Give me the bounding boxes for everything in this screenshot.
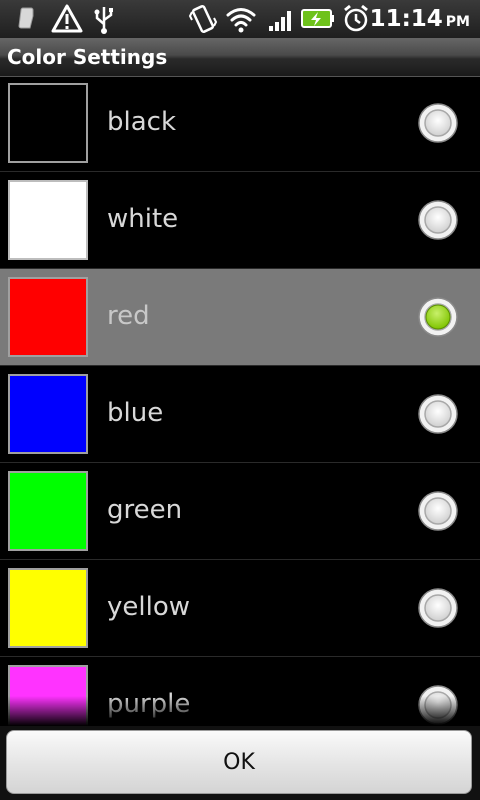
radio-button[interactable] bbox=[417, 199, 459, 241]
color-row-yellow[interactable]: yellow bbox=[0, 560, 480, 657]
color-row-red[interactable]: red bbox=[0, 269, 480, 366]
radio-button[interactable] bbox=[417, 393, 459, 435]
color-row-label: red bbox=[107, 301, 150, 331]
color-swatch bbox=[8, 665, 88, 726]
color-list[interactable]: black white red blue green yellow purple bbox=[0, 75, 480, 726]
radio-button-selected[interactable] bbox=[417, 296, 459, 338]
color-swatch bbox=[8, 568, 88, 648]
color-swatch bbox=[8, 374, 88, 454]
color-row-black[interactable]: black bbox=[0, 75, 480, 172]
battery-charging-icon bbox=[301, 9, 334, 28]
dialog-title-bar: Color Settings bbox=[0, 38, 480, 77]
color-row-label: white bbox=[107, 204, 179, 234]
ok-button[interactable]: OK bbox=[6, 730, 472, 794]
button-bar: OK bbox=[0, 726, 480, 800]
color-row-label: blue bbox=[107, 398, 164, 428]
color-row-purple[interactable]: purple bbox=[0, 657, 480, 726]
color-row-white[interactable]: white bbox=[0, 172, 480, 269]
warning-icon bbox=[51, 4, 83, 33]
color-swatch bbox=[8, 471, 88, 551]
color-swatch bbox=[8, 277, 88, 357]
color-row-label: yellow bbox=[107, 592, 191, 622]
radio-button[interactable] bbox=[417, 490, 459, 532]
color-row-label: black bbox=[107, 107, 177, 137]
signal-icon bbox=[269, 11, 291, 31]
usb-icon bbox=[94, 7, 113, 34]
wifi-icon bbox=[226, 8, 256, 33]
status-time-value: 11:14 bbox=[369, 6, 443, 32]
phone-icon bbox=[18, 7, 34, 29]
status-time-ampm: PM bbox=[445, 14, 470, 30]
dialog-title: Color Settings bbox=[7, 45, 168, 69]
color-row-green[interactable]: green bbox=[0, 463, 480, 560]
color-row-label: green bbox=[107, 495, 183, 525]
color-row-label: purple bbox=[107, 689, 191, 719]
color-swatch bbox=[8, 83, 88, 163]
color-settings-screen: 11:14 PM Color Settings black white red blue… bbox=[0, 0, 480, 800]
status-time: 11:14 PM bbox=[370, 5, 470, 36]
radio-button[interactable] bbox=[417, 587, 459, 629]
radio-button[interactable] bbox=[417, 684, 459, 726]
status-bar: 11:14 PM bbox=[0, 0, 480, 38]
radio-button[interactable] bbox=[417, 102, 459, 144]
color-row-blue[interactable]: blue bbox=[0, 366, 480, 463]
color-swatch bbox=[8, 180, 88, 260]
vibrate-icon bbox=[188, 4, 218, 34]
alarm-clock-icon bbox=[344, 4, 368, 32]
